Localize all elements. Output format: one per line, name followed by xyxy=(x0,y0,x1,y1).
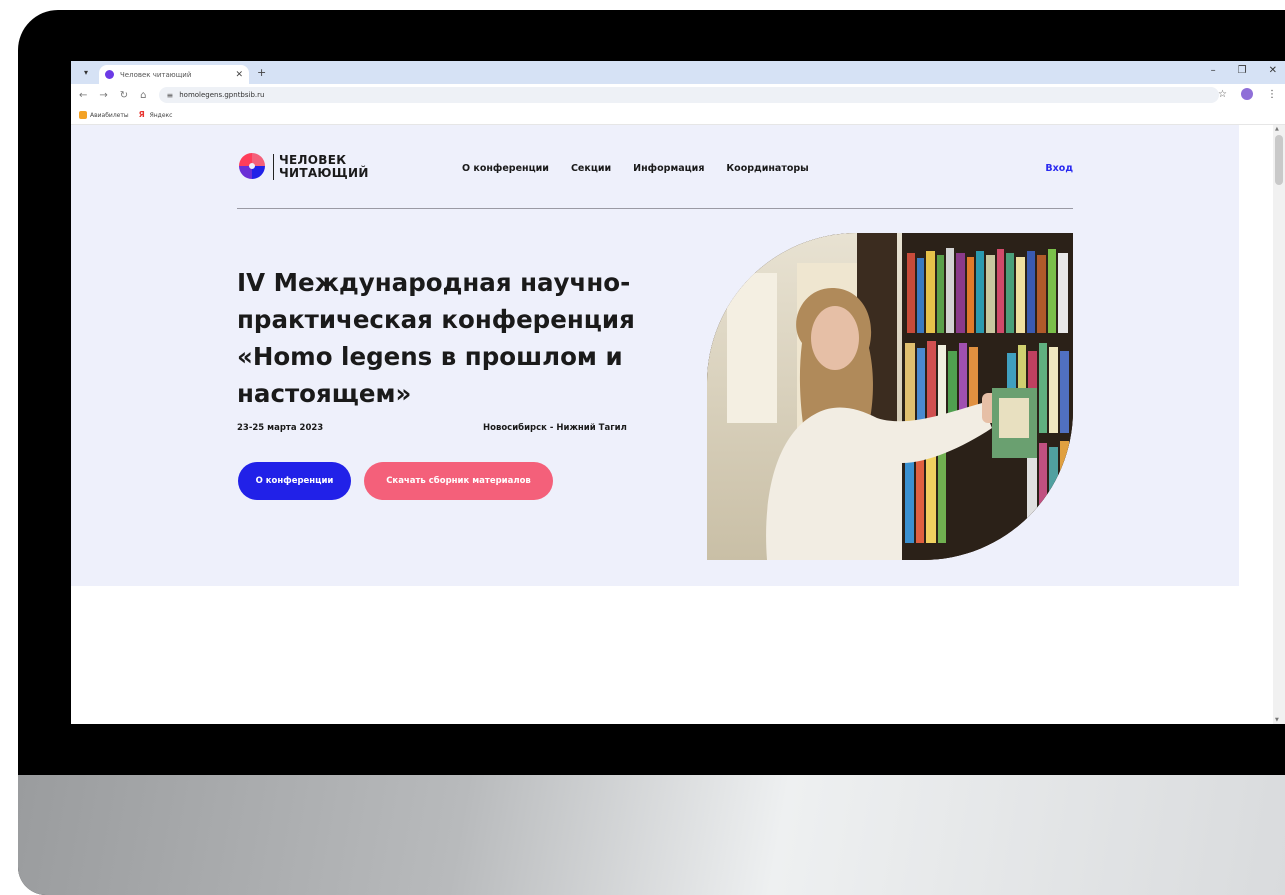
tab-title: Человек читающий xyxy=(120,70,192,79)
window-controls: – ❐ ✕ xyxy=(1211,65,1277,76)
page-title: IV Международная научно-практическая кон… xyxy=(237,268,635,408)
monitor-frame: ▾ Человек читающий ✕ + – ❐ ✕ ← → ↻ ⌂ ≡ h… xyxy=(18,10,1285,895)
page-viewport: ЧЕЛОВЕК ЧИТАЮЩИЙ О конференции Секции Ин… xyxy=(71,125,1285,724)
bookmark-folder-icon xyxy=(79,111,87,119)
menu-dots-icon[interactable]: ⋮ xyxy=(1267,89,1277,100)
download-proceedings-button[interactable]: Скачать сборник материалов xyxy=(364,462,553,500)
address-bar: ← → ↻ ⌂ ≡ homolegens.gpntbsib.ru ☆ ⋮ xyxy=(71,84,1285,106)
nav-about[interactable]: О конференции xyxy=(462,163,549,174)
back-icon[interactable]: ← xyxy=(79,90,87,101)
scroll-up-icon[interactable]: ▲ xyxy=(1275,126,1279,132)
login-link[interactable]: Вход xyxy=(1045,163,1073,174)
site-header: ЧЕЛОВЕК ЧИТАЮЩИЙ О конференции Секции Ин… xyxy=(237,149,1073,185)
bookmark-yandex[interactable]: Я Яндекс xyxy=(139,111,173,119)
bookmark-label: Авиабилеты xyxy=(90,111,129,119)
url-input[interactable]: ≡ homolegens.gpntbsib.ru xyxy=(158,87,1219,103)
scroll-down-icon[interactable]: ▼ xyxy=(1275,717,1279,723)
close-window-icon[interactable]: ✕ xyxy=(1269,65,1277,76)
bookmark-label: Яндекс xyxy=(149,111,173,119)
forward-icon[interactable]: → xyxy=(99,90,107,101)
tab-search-icon[interactable]: ▾ xyxy=(79,66,93,80)
bookmark-aviabilety[interactable]: Авиабилеты xyxy=(79,111,129,119)
close-tab-icon[interactable]: ✕ xyxy=(235,70,243,80)
site-info-icon[interactable]: ≡ xyxy=(167,91,174,100)
monitor-chin xyxy=(18,775,1285,895)
scroll-thumb[interactable] xyxy=(1275,135,1283,185)
nav-sections[interactable]: Секции xyxy=(571,163,611,174)
about-conference-button[interactable]: О конференции xyxy=(238,462,351,500)
tab-bar: ▾ Человек читающий ✕ + – ❐ ✕ xyxy=(71,61,1285,84)
minimize-icon[interactable]: – xyxy=(1211,65,1216,76)
nav-information[interactable]: Информация xyxy=(633,163,704,174)
site-favicon-icon xyxy=(105,70,114,79)
yandex-logo-icon: Я xyxy=(138,110,145,119)
reload-icon[interactable]: ↻ xyxy=(120,90,128,101)
url-text: homolegens.gpntbsib.ru xyxy=(179,91,265,99)
header-divider xyxy=(237,208,1073,209)
hero-section: ЧЕЛОВЕК ЧИТАЮЩИЙ О конференции Секции Ин… xyxy=(71,125,1239,586)
conference-place: Новосибирск - Нижний Тагил xyxy=(483,423,627,433)
main-nav: О конференции Секции Информация Координа… xyxy=(462,163,809,174)
nav-coordinators[interactable]: Координаторы xyxy=(726,163,808,174)
logo-icon[interactable] xyxy=(237,151,267,181)
logo-divider xyxy=(273,154,274,180)
logo-text[interactable]: ЧЕЛОВЕК ЧИТАЮЩИЙ xyxy=(279,154,369,180)
logo-line-2: ЧИТАЮЩИЙ xyxy=(279,166,369,180)
home-icon[interactable]: ⌂ xyxy=(140,90,146,101)
browser-window: ▾ Человек читающий ✕ + – ❐ ✕ ← → ↻ ⌂ ≡ h… xyxy=(71,61,1285,724)
page-scrollbar[interactable]: ▲ ▼ xyxy=(1273,125,1285,724)
hero-photo xyxy=(707,233,1073,560)
bookmarks-bar: Авиабилеты Я Яндекс xyxy=(71,106,1285,125)
browser-tab[interactable]: Человек читающий ✕ xyxy=(99,65,249,84)
profile-avatar-icon[interactable] xyxy=(1241,88,1253,100)
bookmark-star-icon[interactable]: ☆ xyxy=(1218,89,1227,100)
conference-date: 23-25 марта 2023 xyxy=(237,423,324,433)
restore-icon[interactable]: ❐ xyxy=(1238,65,1247,76)
new-tab-icon[interactable]: + xyxy=(257,66,266,79)
